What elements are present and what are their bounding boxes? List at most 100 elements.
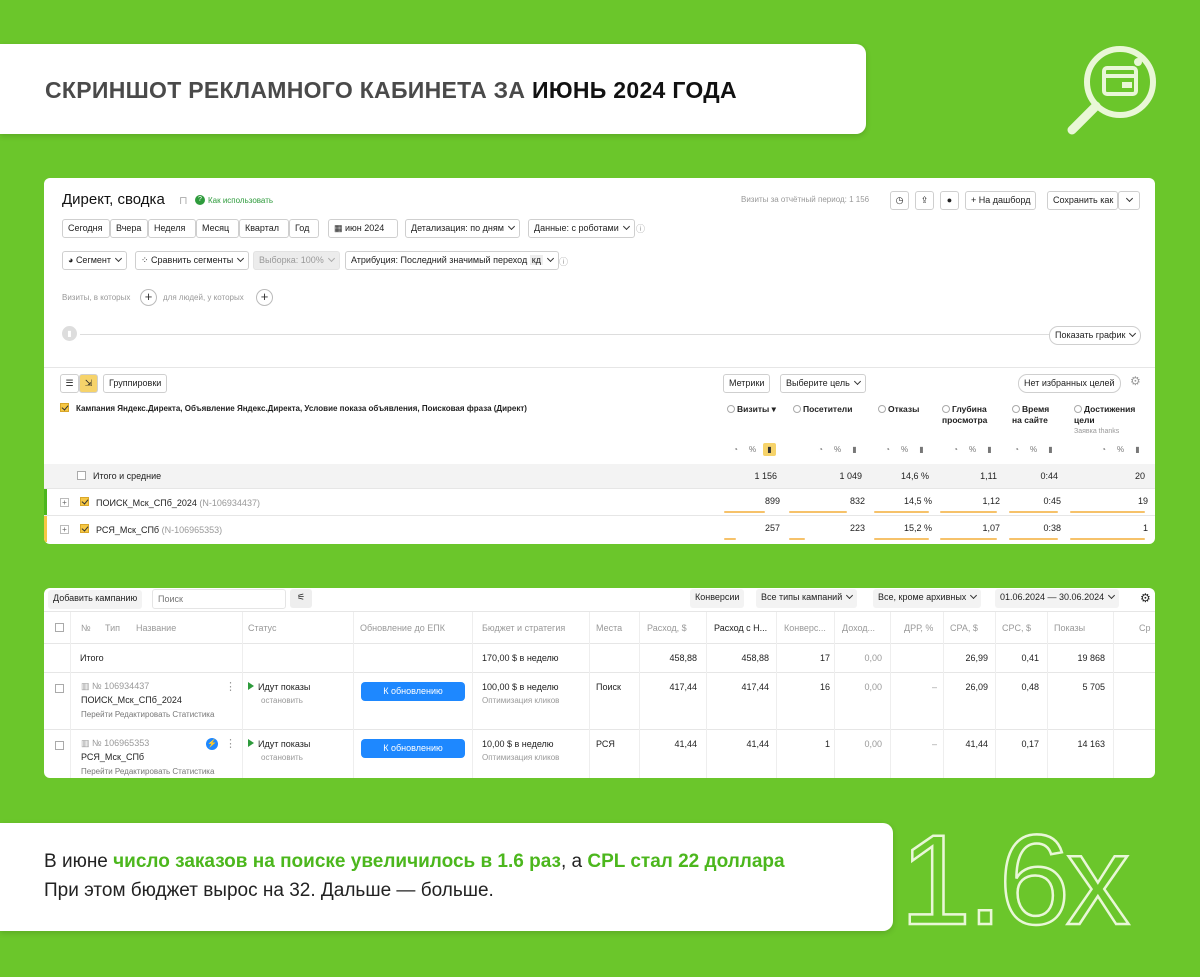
dimension-checkbox[interactable] bbox=[60, 403, 69, 412]
column-header[interactable]: ДРР, % bbox=[904, 623, 933, 633]
bookmark-icon[interactable]: ⊓ bbox=[179, 194, 188, 207]
more-icon[interactable]: ⋮ bbox=[225, 737, 236, 750]
detail-select[interactable]: Детализация: по дням bbox=[405, 219, 520, 238]
attribution-select[interactable]: Атрибуция: Последний значимый переход кд bbox=[345, 251, 559, 270]
campaign-actions[interactable]: Перейти Редактировать Статистика bbox=[81, 710, 214, 719]
column-header[interactable]: Обновление до ЕПК bbox=[360, 623, 445, 633]
pie-icon[interactable]: ◔ bbox=[1010, 443, 1023, 456]
percent-icon[interactable]: % bbox=[1114, 443, 1127, 456]
bars-icon[interactable]: ▮ bbox=[915, 443, 928, 456]
users-icon[interactable]: ● bbox=[940, 191, 959, 210]
col-time[interactable]: Время на сайте bbox=[1012, 404, 1056, 426]
period-yesterday[interactable]: Вчера bbox=[110, 219, 148, 238]
column-header[interactable]: Расход с Н... bbox=[714, 623, 767, 633]
period-year[interactable]: Год bbox=[289, 219, 319, 238]
groupings-button[interactable]: Группировки bbox=[103, 374, 168, 393]
more-icon[interactable]: ⋮ bbox=[225, 680, 236, 693]
period-month[interactable]: Месяц bbox=[196, 219, 239, 238]
bars-icon[interactable]: ▮ bbox=[1044, 443, 1057, 456]
bars-icon[interactable]: ▮ bbox=[763, 443, 776, 456]
row-checkbox[interactable] bbox=[80, 497, 89, 506]
choose-goal-select[interactable]: Выберите цель bbox=[780, 374, 866, 393]
total-checkbox[interactable] bbox=[77, 471, 86, 480]
column-header[interactable]: Места bbox=[596, 623, 622, 633]
col-depth[interactable]: Глубина просмотра bbox=[942, 404, 1000, 426]
compare-select[interactable]: ⁘ Сравнить сегменты bbox=[135, 251, 250, 270]
percent-icon[interactable]: % bbox=[746, 443, 759, 456]
row-checkbox[interactable] bbox=[55, 684, 64, 693]
column-header[interactable]: Название bbox=[136, 623, 176, 633]
list-view-icon[interactable]: ☰ bbox=[60, 374, 79, 393]
bars-icon[interactable]: ▮ bbox=[983, 443, 996, 456]
percent-icon[interactable]: % bbox=[1027, 443, 1040, 456]
column-header[interactable]: Тип bbox=[105, 623, 120, 633]
period-quarter[interactable]: Квартал bbox=[239, 219, 289, 238]
update-button[interactable]: К обновлению bbox=[361, 739, 465, 758]
row-checkbox[interactable] bbox=[55, 741, 64, 750]
how-to-link[interactable]: Как использовать bbox=[208, 196, 273, 205]
column-header[interactable]: CPA, $ bbox=[950, 623, 978, 633]
to-dashboard-button[interactable]: + На дашборд bbox=[965, 191, 1037, 210]
column-header[interactable]: Расход, $ bbox=[647, 623, 687, 633]
clock-icon[interactable]: ◷ bbox=[890, 191, 909, 210]
period-today[interactable]: Сегодня bbox=[62, 219, 110, 238]
percent-icon[interactable]: % bbox=[831, 443, 844, 456]
favorite-goals-button[interactable]: Нет избранных целей bbox=[1018, 374, 1121, 393]
search-input[interactable] bbox=[152, 589, 286, 609]
percent-icon[interactable]: % bbox=[898, 443, 911, 456]
column-header[interactable]: № bbox=[81, 623, 91, 633]
stop-link[interactable]: остановить bbox=[261, 753, 303, 762]
settings-gear-icon[interactable]: ⚙ bbox=[1130, 374, 1141, 388]
pie-icon[interactable]: ◔ bbox=[881, 443, 894, 456]
column-header[interactable]: Статус bbox=[248, 623, 276, 633]
col-goal[interactable]: Достижения цели Заявка thanks bbox=[1074, 404, 1144, 437]
date-range-select[interactable]: 01.06.2024 — 30.06.2024 bbox=[995, 589, 1120, 608]
bars-icon[interactable]: ▮ bbox=[848, 443, 861, 456]
row-checkbox[interactable] bbox=[80, 524, 89, 533]
percent-icon[interactable]: % bbox=[966, 443, 979, 456]
row-campaign-name[interactable]: ПОИСК_Мск_СПб_2024 (N-106934437) bbox=[96, 498, 260, 508]
col-visits[interactable]: Визиты ▾ bbox=[727, 404, 776, 415]
save-as-button[interactable]: Сохранить как bbox=[1047, 191, 1118, 210]
settings-gear-icon[interactable]: ⚙ bbox=[1140, 591, 1151, 605]
campaign-actions[interactable]: Перейти Редактировать Статистика bbox=[81, 767, 214, 776]
pie-icon[interactable]: ◔ bbox=[814, 443, 827, 456]
pie-icon[interactable]: ◔ bbox=[1097, 443, 1110, 456]
add-people-condition-button[interactable]: + bbox=[256, 289, 273, 306]
pie-icon[interactable]: ◔ bbox=[729, 443, 742, 456]
column-header[interactable]: Ср bbox=[1139, 623, 1151, 633]
show-chart-button[interactable]: Показать график bbox=[1049, 326, 1142, 345]
campaign-name[interactable]: ПОИСК_Мск_СПб_2024 bbox=[81, 695, 182, 705]
data-select[interactable]: Данные: с роботами bbox=[528, 219, 635, 238]
visits-which-label: Визиты, в которых bbox=[62, 293, 131, 302]
campaign-types-select[interactable]: Все типы кампаний bbox=[756, 589, 858, 608]
column-header[interactable]: Конверс... bbox=[784, 623, 826, 633]
segment-select[interactable]: ◕ Сегмент bbox=[62, 251, 128, 270]
add-visits-condition-button[interactable]: + bbox=[140, 289, 157, 306]
select-all-checkbox[interactable] bbox=[55, 623, 64, 632]
campaign-name[interactable]: РСЯ_Мск_СПб bbox=[81, 752, 144, 762]
expand-icon[interactable]: + bbox=[60, 498, 69, 507]
column-header[interactable]: Показы bbox=[1054, 623, 1085, 633]
archive-select[interactable]: Все, кроме архивных bbox=[873, 589, 982, 608]
conversion-button[interactable]: Конверсии bbox=[690, 589, 745, 608]
metrics-button[interactable]: Метрики bbox=[723, 374, 771, 393]
pie-icon[interactable]: ◔ bbox=[949, 443, 962, 456]
column-header[interactable]: Бюджет и стратегия bbox=[482, 623, 565, 633]
column-header[interactable]: CPC, $ bbox=[1002, 623, 1031, 633]
expand-icon[interactable]: + bbox=[60, 525, 69, 534]
tree-view-icon[interactable]: ⇲ bbox=[79, 374, 98, 393]
export-icon[interactable]: ⇪ bbox=[915, 191, 934, 210]
row-campaign-name[interactable]: РСЯ_Мск_СПб (N-106965353) bbox=[96, 525, 222, 535]
filter-icon[interactable]: ⚟ bbox=[290, 589, 312, 608]
column-header[interactable]: Доход... bbox=[842, 623, 875, 633]
add-campaign-button[interactable]: Добавить кампанию bbox=[48, 590, 143, 609]
update-button[interactable]: К обновлению bbox=[361, 682, 465, 701]
month-picker[interactable]: ▦ июн 2024 bbox=[328, 219, 398, 238]
save-as-dropdown[interactable] bbox=[1118, 191, 1140, 210]
period-week[interactable]: Неделя bbox=[148, 219, 196, 238]
col-bounces[interactable]: Отказы bbox=[878, 404, 919, 415]
col-visitors[interactable]: Посетители bbox=[793, 404, 852, 415]
bars-icon[interactable]: ▮ bbox=[1131, 443, 1144, 456]
stop-link[interactable]: остановить bbox=[261, 696, 303, 705]
